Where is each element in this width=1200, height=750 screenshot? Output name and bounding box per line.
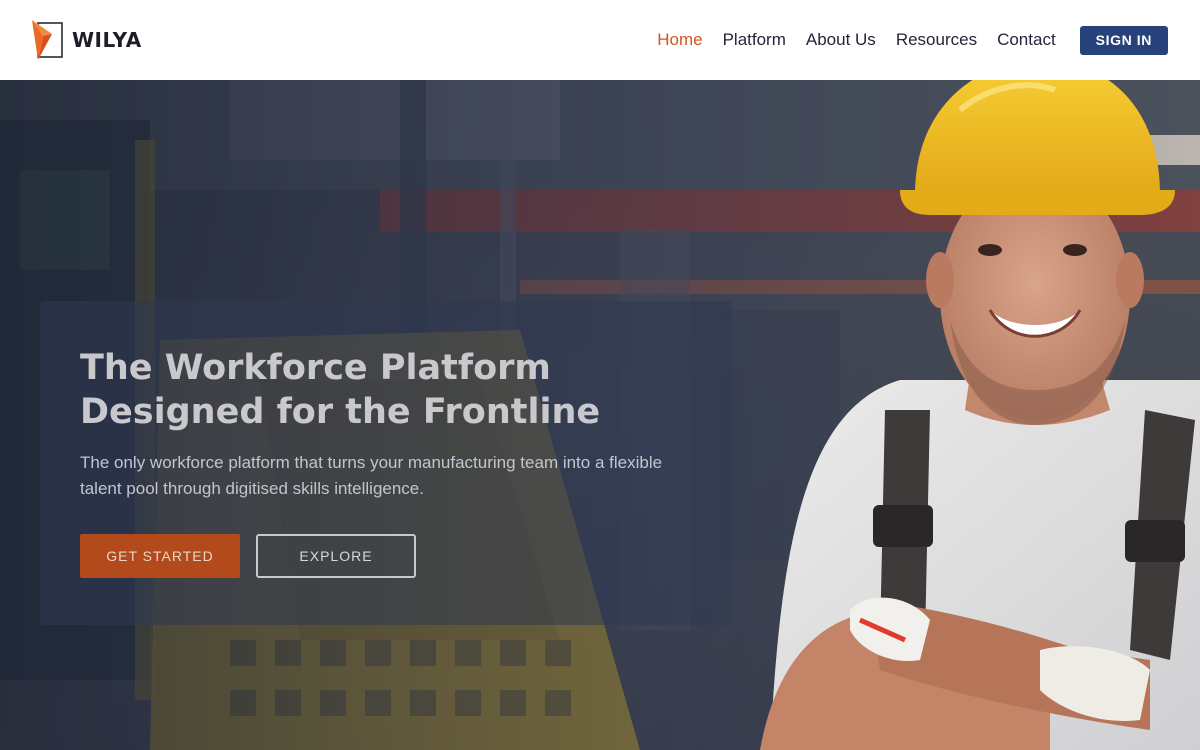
nav-platform[interactable]: Platform — [723, 30, 786, 50]
nav-contact[interactable]: Contact — [997, 30, 1056, 50]
hero-title-line-2: Designed for the Frontline — [80, 392, 601, 432]
site-header: WILYA Home Platform About Us Resources C… — [0, 0, 1200, 80]
wilya-logo-icon — [32, 20, 63, 60]
main-nav: Home Platform About Us Resources Contact… — [637, 25, 1168, 55]
nav-home[interactable]: Home — [657, 30, 702, 50]
nav-resources[interactable]: Resources — [896, 30, 977, 50]
nav-about-us[interactable]: About Us — [806, 30, 876, 50]
sign-in-button[interactable]: SIGN IN — [1079, 25, 1168, 55]
hero-subtitle: The only workforce platform that turns y… — [80, 453, 663, 498]
brand-name: WILYA — [72, 28, 142, 52]
hero-section: The Workforce Platform Designed for the … — [0, 80, 1200, 750]
hero-title-line-1: The Workforce Platform — [80, 348, 551, 388]
explore-button[interactable]: EXPLORE — [256, 534, 416, 578]
get-started-button[interactable]: GET STARTED — [80, 534, 240, 578]
hero-title: The Workforce Platform Designed for the … — [80, 346, 720, 434]
brand-logo-link[interactable]: WILYA — [32, 20, 142, 60]
